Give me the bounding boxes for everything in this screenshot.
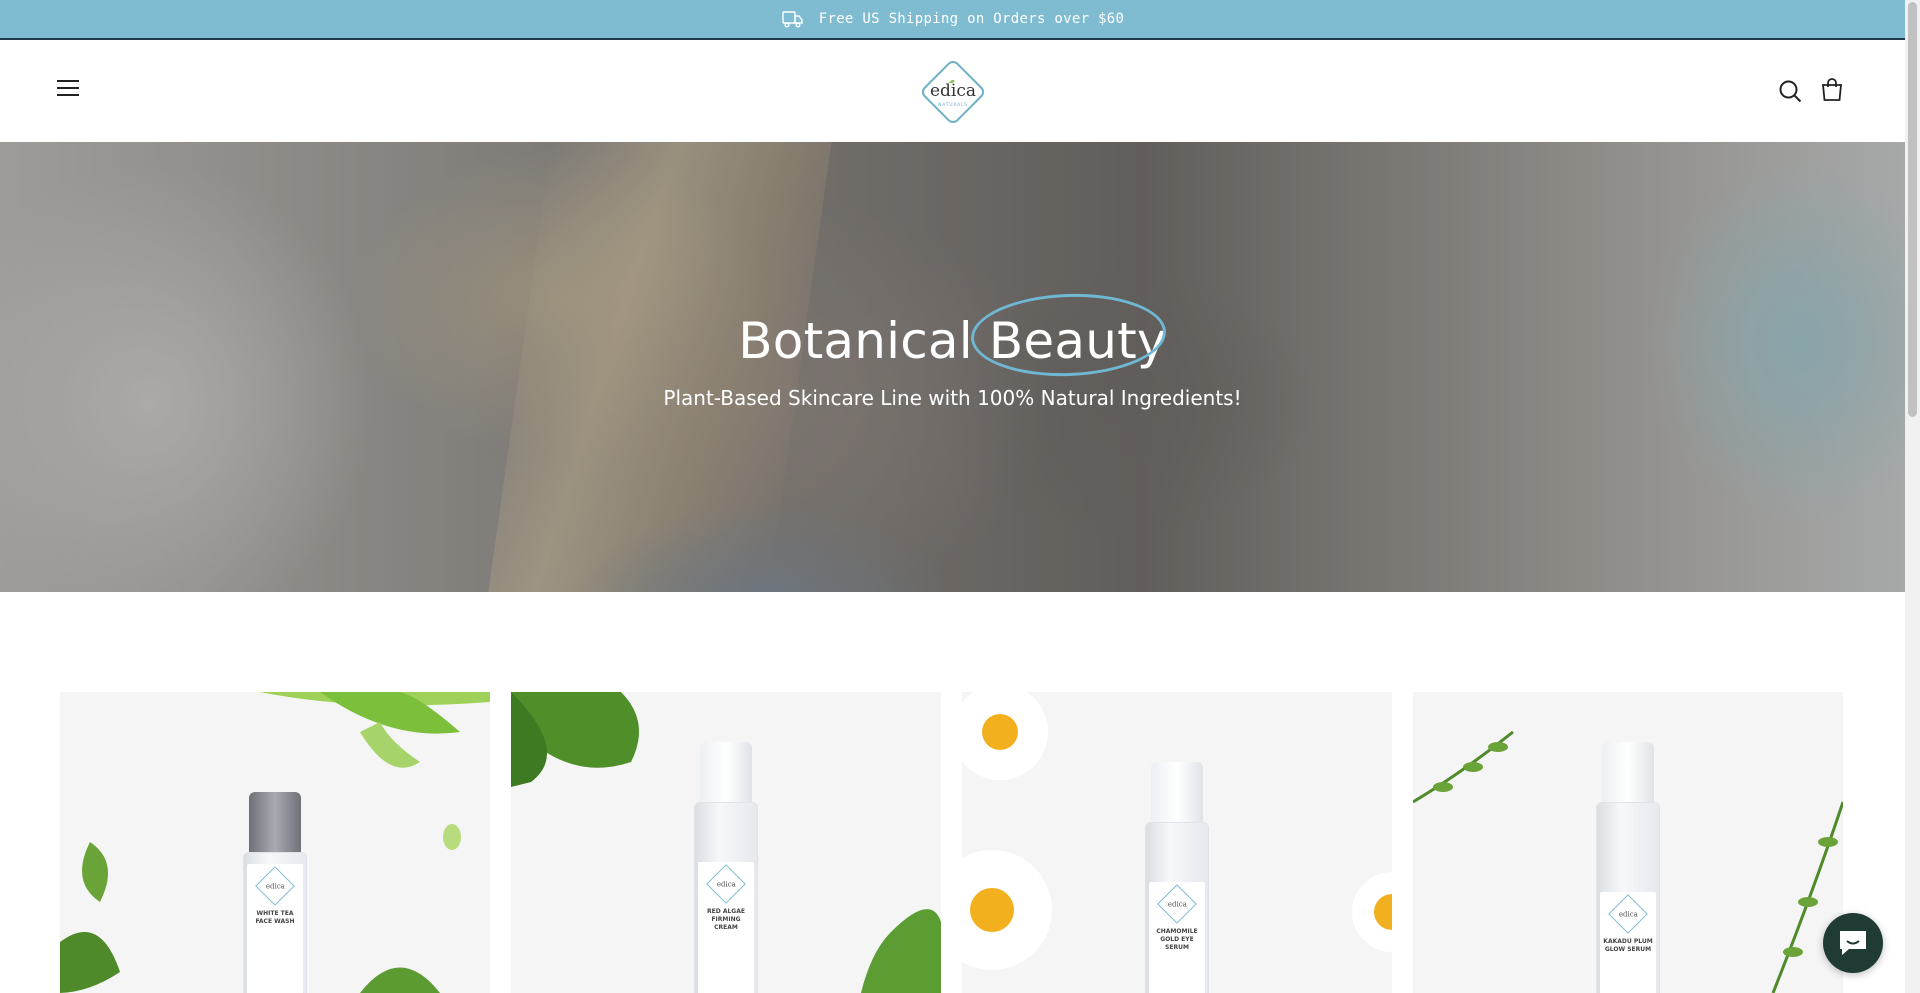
shopping-bag-icon[interactable]: [1820, 78, 1846, 104]
product-name: KAKADU PLUM GLOW SERUM: [1603, 938, 1653, 953]
announcement-text: Free US Shipping on Orders over $60: [818, 11, 1125, 27]
product-logo: edica: [1157, 884, 1197, 924]
hero-banner: Botanical Beauty Plant-Based Skincare Li…: [0, 142, 1905, 592]
scrollbar-thumb[interactable]: [1908, 2, 1917, 417]
hero-title-word1: Botanical: [738, 312, 973, 370]
search-icon[interactable]: [1778, 79, 1804, 105]
hero-subtitle: Plant-Based Skincare Line with 100% Natu…: [663, 386, 1242, 410]
product-name: WHITE TEA FACE WASH: [255, 910, 295, 925]
product-name: RED ALGAE FIRMING CREAM: [707, 908, 745, 931]
product-grid: edica WHITE TEA FACE WASH edica RED ALGA…: [60, 692, 1844, 993]
announcement-bar: Free US Shipping on Orders over $60: [0, 0, 1905, 40]
logo-subtext: NATURALS: [938, 102, 968, 108]
product-card[interactable]: edica WHITE TEA FACE WASH: [60, 692, 490, 993]
product-name: CHAMOMILE GOLD EYE SERUM: [1156, 928, 1198, 951]
site-logo[interactable]: edica NATURALS: [917, 56, 989, 128]
site-header: edica NATURALS: [0, 42, 1905, 142]
product-logo: edica: [706, 864, 746, 904]
product-card[interactable]: edica CHAMOMILE GOLD EYE SERUM: [962, 692, 1392, 993]
product-bottle: edica RED ALGAE FIRMING CREAM: [694, 742, 758, 993]
hamburger-menu-icon[interactable]: [56, 78, 82, 100]
hero-title: Botanical Beauty: [0, 290, 1905, 380]
product-card[interactable]: edica RED ALGAE FIRMING CREAM: [511, 692, 941, 993]
chat-bubble-icon[interactable]: [1823, 913, 1883, 973]
page-scrollbar[interactable]: [1905, 0, 1920, 993]
product-bottle: edica KAKADU PLUM GLOW SERUM: [1596, 742, 1660, 993]
product-card[interactable]: edica KAKADU PLUM GLOW SERUM: [1413, 692, 1843, 993]
product-logo: edica: [1608, 894, 1648, 934]
truck-icon: [781, 9, 805, 29]
product-logo: edica: [255, 866, 295, 906]
product-bottle: edica WHITE TEA FACE WASH: [243, 792, 307, 993]
logo-text: edica: [930, 81, 976, 101]
product-bottle: edica CHAMOMILE GOLD EYE SERUM: [1145, 762, 1209, 993]
